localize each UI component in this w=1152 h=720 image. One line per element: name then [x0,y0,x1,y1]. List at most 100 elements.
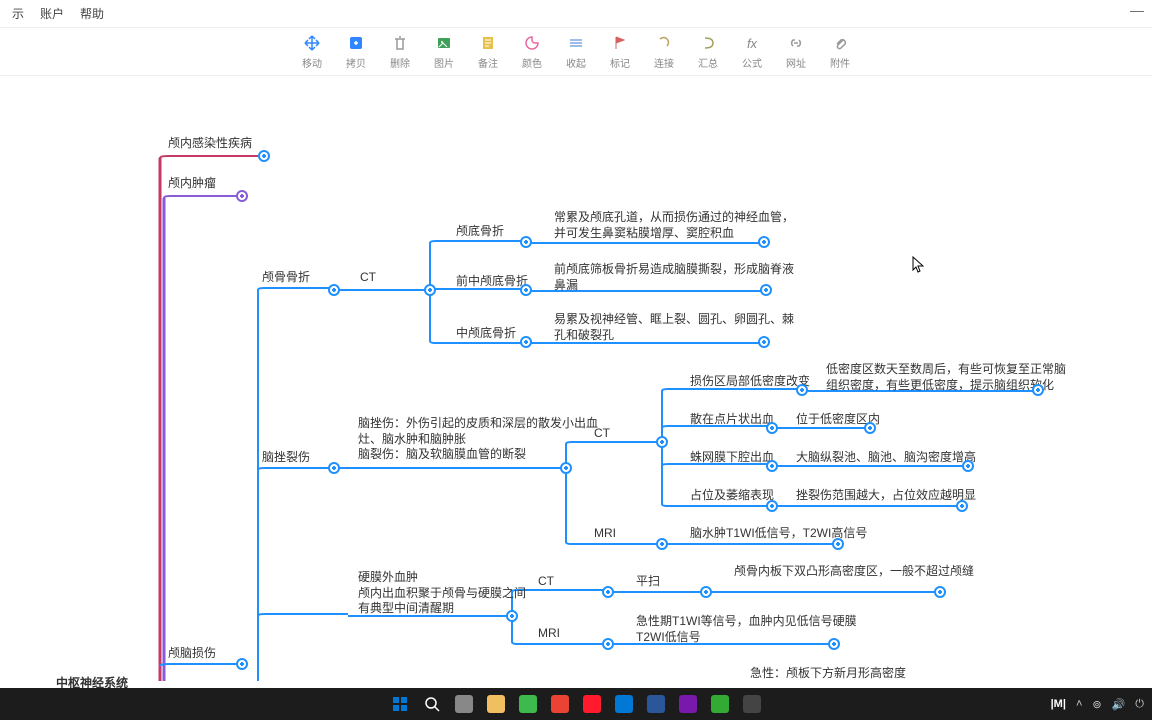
node-ct2[interactable]: CT [594,426,610,442]
taskbar-taskview-icon[interactable] [452,692,476,716]
tool-fx[interactable]: fx公式 [737,33,767,70]
expand-icon[interactable] [758,336,770,348]
flag-icon [610,33,630,53]
tool-note[interactable]: 备注 [473,33,503,70]
expand-icon[interactable] [758,236,770,248]
expand-icon[interactable] [236,190,248,202]
node-subarachnoid[interactable]: 蛛网膜下腔出血 [690,450,774,466]
mindmap-canvas[interactable]: 中枢神经系统 颅内感染性疾病 颅内肿瘤 颅脑损伤 颅骨骨折 CT 颅底骨折 常累… [0,76,1152,688]
url-icon [786,33,806,53]
volume-icon[interactable]: 🔊 [1112,698,1126,711]
tool-url[interactable]: 网址 [781,33,811,70]
power-icon[interactable]: ⏻ [1135,698,1144,711]
expand-icon[interactable] [328,284,340,296]
expand-icon[interactable] [520,336,532,348]
node-mri2-detail[interactable]: 急性期T1WI等信号，血肿内见低信号硬膜 T2WI低信号 [636,614,857,645]
node-acute[interactable]: 急性：颅板下方新月形高密度 [750,666,906,682]
tool-attach[interactable]: 附件 [825,33,855,70]
node-brain-injury[interactable]: 颅脑损伤 [168,646,216,662]
tool-link[interactable]: 连接 [649,33,679,70]
menu-partial[interactable]: 示 [4,5,32,22]
tool-summary[interactable]: 汇总 [693,33,723,70]
node-scattered-bleed[interactable]: 散在点片状出血 [690,412,774,428]
node-mri[interactable]: MRI [594,526,616,542]
tool-copy[interactable]: 拷贝 [341,33,371,70]
expand-icon[interactable] [506,610,518,622]
taskbar-start-icon[interactable] [388,692,412,716]
node-epidural[interactable]: 硬膜外血肿 颅内出血积聚于颅骨与硬膜之间 有典型中间清醒期 [358,570,526,617]
tool-collapse[interactable]: 收起 [561,33,591,70]
expand-icon[interactable] [700,586,712,598]
expand-icon[interactable] [602,638,614,650]
tool-trash[interactable]: 删除 [385,33,415,70]
expand-icon[interactable] [832,538,844,550]
expand-icon[interactable] [520,284,532,296]
expand-icon[interactable] [602,586,614,598]
node-skull-base-detail[interactable]: 常累及颅底孔道，从而损伤通过的神经血管， 并可发生鼻窦粘膜增厚、窦腔积血 [554,210,794,241]
node-anterior-mid-detail[interactable]: 前颅底筛板骨折易造成脑膜撕裂，形成脑脊液 鼻漏 [554,262,794,293]
tool-label: 附件 [830,55,850,70]
taskbar-search-icon[interactable] [420,692,444,716]
taskbar-edge-icon[interactable] [612,692,636,716]
expand-icon[interactable] [328,462,340,474]
tool-image[interactable]: 图片 [429,33,459,70]
menu-help[interactable]: 帮助 [72,5,112,22]
taskbar-wechat-icon[interactable] [516,692,540,716]
expand-icon[interactable] [656,436,668,448]
expand-icon[interactable] [956,500,968,512]
node-mri2[interactable]: MRI [538,626,560,642]
node-ct[interactable]: CT [360,270,376,286]
wifi-icon[interactable]: ⊚ [1092,698,1101,711]
expand-icon[interactable] [766,422,778,434]
expand-icon[interactable] [236,658,248,670]
expand-icon[interactable] [796,384,808,396]
node-plain-detail[interactable]: 颅骨内板下双凸形高密度区，一般不超过颅缝 [734,564,974,580]
node-mid-base[interactable]: 中颅底骨折 [456,326,516,342]
expand-icon[interactable] [258,150,270,162]
taskbar-chrome-icon[interactable] [548,692,572,716]
expand-icon[interactable] [424,284,436,296]
expand-icon[interactable] [864,422,876,434]
taskbar-word-icon[interactable] [644,692,668,716]
systray[interactable]: |M| ˄ ⊚ 🔊 ⏻ [1051,698,1144,711]
fx-icon: fx [742,33,762,53]
expand-icon[interactable] [934,586,946,598]
window-minimize[interactable]: — [1130,2,1144,18]
expand-icon[interactable] [520,236,532,248]
node-mass-detail[interactable]: 挫裂伤范围越大，占位效应越明显 [796,488,976,504]
node-low-density-detail[interactable]: 低密度区数天至数周后，有些可恢复至正常脑 组织密度，有些更低密度，提示脑组织软化 [826,362,1066,393]
note-icon [478,33,498,53]
node-low-density[interactable]: 损伤区局部低密度改变 [690,374,810,390]
expand-icon[interactable] [1032,384,1044,396]
node-tumor[interactable]: 颅内肿瘤 [168,176,216,192]
taskbar-explorer-icon[interactable] [484,692,508,716]
node-subarachnoid-detail[interactable]: 大脑纵裂池、脑池、脑沟密度增高 [796,450,976,466]
node-infectious[interactable]: 颅内感染性疾病 [168,136,252,152]
root-node[interactable]: 中枢神经系统 [56,676,128,688]
tool-move[interactable]: 移动 [297,33,327,70]
chevron-up-icon[interactable]: ˄ [1076,698,1082,710]
node-contusion-detail[interactable]: 脑挫伤：外伤引起的皮质和深层的散发小出血 灶、脑水肿和脑肿胀 脑裂伤：脑及软脑膜… [358,416,598,463]
taskbar-mubu-icon[interactable] [708,692,732,716]
expand-icon[interactable] [766,500,778,512]
tool-palette[interactable]: 颜色 [517,33,547,70]
menu-account[interactable]: 账户 [32,5,72,22]
taskbar-terminal-icon[interactable] [740,692,764,716]
expand-icon[interactable] [560,462,572,474]
node-contusion[interactable]: 脑挫裂伤 [262,450,310,466]
node-mass-effect[interactable]: 占位及萎缩表现 [690,488,774,504]
expand-icon[interactable] [656,538,668,550]
mubu-tray-icon[interactable]: |M| [1051,698,1066,710]
tool-flag[interactable]: 标记 [605,33,635,70]
expand-icon[interactable] [962,460,974,472]
node-ct3[interactable]: CT [538,574,554,590]
expand-icon[interactable] [760,284,772,296]
node-plain[interactable]: 平扫 [636,574,660,590]
taskbar-opera-icon[interactable] [580,692,604,716]
node-anterior-mid[interactable]: 前中颅底骨折 [456,274,528,290]
node-skull-fracture[interactable]: 颅骨骨折 [262,270,310,286]
expand-icon[interactable] [766,460,778,472]
expand-icon[interactable] [828,638,840,650]
node-skull-base[interactable]: 颅底骨折 [456,224,504,240]
taskbar-onenote-icon[interactable] [676,692,700,716]
